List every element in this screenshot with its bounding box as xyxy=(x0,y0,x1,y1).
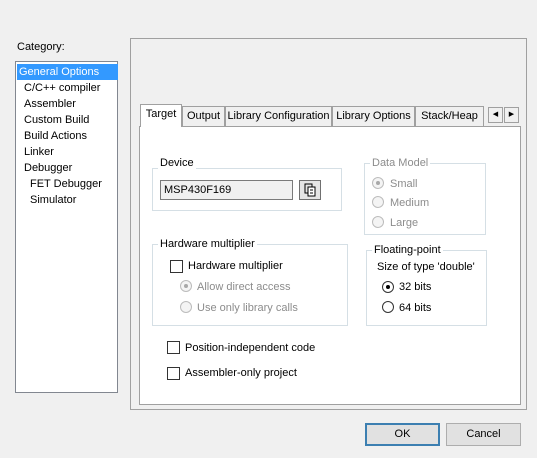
scroll-right-icon[interactable]: ▶ xyxy=(504,107,519,123)
use-library-calls-label: Use only library calls xyxy=(197,302,298,314)
category-item-cpp-compiler[interactable]: C/C++ compiler xyxy=(24,80,100,96)
allow-direct-access-label: Allow direct access xyxy=(197,281,291,293)
category-item-debugger[interactable]: Debugger xyxy=(24,160,72,176)
category-label: Category: xyxy=(17,41,65,53)
data-model-medium-label: Medium xyxy=(390,197,430,209)
device-field[interactable]: MSP430F169 xyxy=(160,180,293,200)
data-model-large-label: Large xyxy=(390,217,419,229)
category-item-general-options[interactable]: General Options xyxy=(17,64,118,80)
device-select-icon xyxy=(304,183,316,197)
cancel-button[interactable]: Cancel xyxy=(446,423,521,446)
allow-direct-access-radio[interactable] xyxy=(180,280,192,292)
fp-64-bits-label: 64 bits xyxy=(399,302,432,314)
position-independent-checkbox[interactable] xyxy=(167,341,180,354)
hardware-multiplier-checkbox[interactable] xyxy=(170,260,183,273)
tab-library-configuration[interactable]: Library Configuration xyxy=(225,106,332,126)
assembler-only-checkbox[interactable] xyxy=(167,367,180,380)
floating-point-group-label: Floating-point xyxy=(372,243,443,257)
tab-target[interactable]: Target xyxy=(140,104,182,127)
tab-output[interactable]: Output xyxy=(182,106,225,126)
data-model-small-radio[interactable] xyxy=(372,177,384,189)
double-size-label: Size of type 'double' xyxy=(377,261,475,273)
hardware-multiplier-group-label: Hardware multiplier xyxy=(158,237,257,251)
tab-library-options[interactable]: Library Options xyxy=(332,106,415,126)
category-item-linker[interactable]: Linker xyxy=(24,144,54,160)
assembler-only-label: Assembler-only project xyxy=(185,367,297,379)
category-list[interactable]: General Options C/C++ compiler Assembler… xyxy=(15,61,118,393)
data-model-group-label: Data Model xyxy=(370,156,431,170)
category-item-assembler[interactable]: Assembler xyxy=(24,96,76,112)
ok-button[interactable]: OK xyxy=(365,423,440,446)
fp-32-bits-label: 32 bits xyxy=(399,281,432,293)
fp-64-bits-radio[interactable] xyxy=(382,301,394,313)
device-group-label: Device xyxy=(158,156,196,170)
device-select-button[interactable] xyxy=(299,180,321,200)
category-item-custom-build[interactable]: Custom Build xyxy=(24,112,89,128)
fp-32-bits-radio[interactable] xyxy=(382,281,394,293)
category-item-simulator[interactable]: Simulator xyxy=(30,192,76,208)
category-item-build-actions[interactable]: Build Actions xyxy=(24,128,87,144)
data-model-small-label: Small xyxy=(390,178,418,190)
hardware-multiplier-checkbox-label: Hardware multiplier xyxy=(188,260,283,272)
position-independent-label: Position-independent code xyxy=(185,342,316,354)
scroll-left-icon[interactable]: ◀ xyxy=(488,107,503,123)
data-model-large-radio[interactable] xyxy=(372,216,384,228)
data-model-medium-radio[interactable] xyxy=(372,196,384,208)
category-item-fet-debugger[interactable]: FET Debugger xyxy=(30,176,102,192)
use-library-calls-radio[interactable] xyxy=(180,301,192,313)
tab-stack-heap[interactable]: Stack/Heap xyxy=(415,106,484,126)
